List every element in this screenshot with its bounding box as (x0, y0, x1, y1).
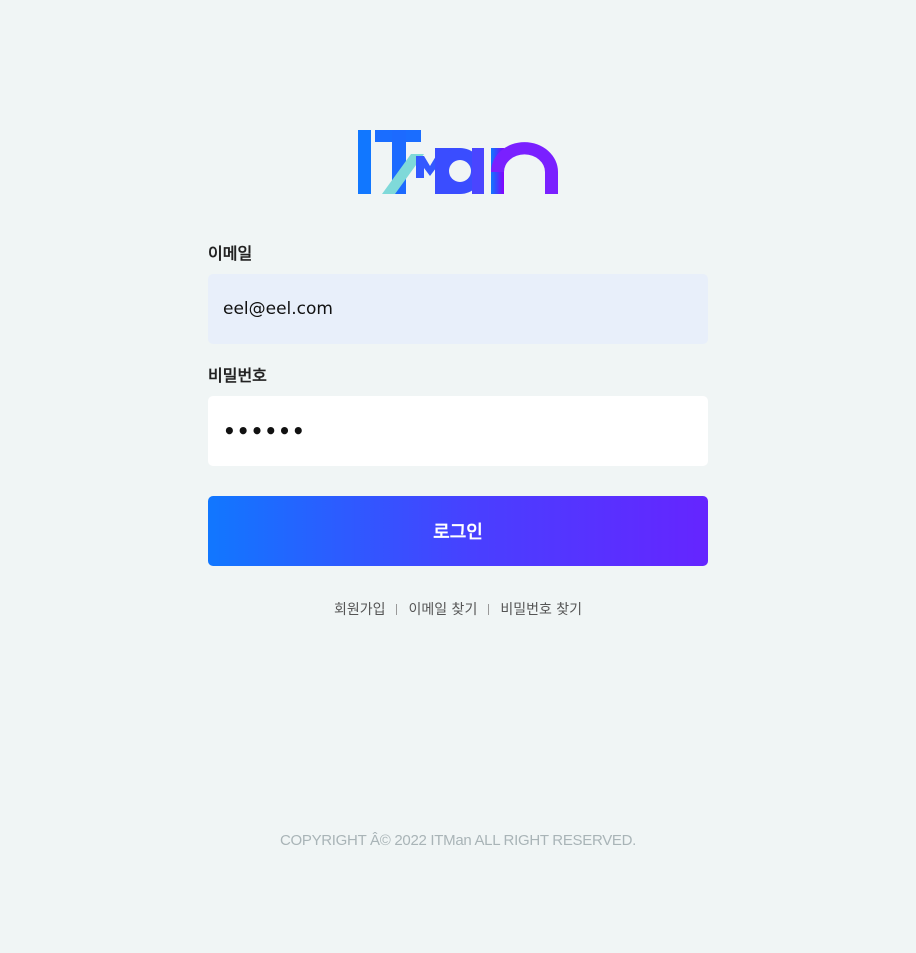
email-value: eel@eel.com (223, 299, 333, 319)
link-divider (396, 603, 398, 615)
copyright-footer: COPYRIGHT Â© 2022 ITMan ALL RIGHT RESERV… (279, 832, 637, 849)
account-links: 회원가입 이메일 찾기 비밀번호 찾기 (208, 599, 708, 619)
find-email-link[interactable]: 이메일 찾기 (408, 599, 477, 619)
password-label: 비밀번호 (208, 366, 267, 385)
email-field[interactable]: eel@eel.com (208, 274, 708, 344)
login-button[interactable]: 로그인 (208, 496, 708, 566)
find-password-link[interactable]: 비밀번호 찾기 (500, 599, 582, 619)
login-form: 이메일 eel@eel.com 비밀번호 •••••• 로그인 회원가입 이메일… (208, 240, 708, 619)
itman-logo (358, 128, 560, 196)
email-label: 이메일 (208, 244, 253, 263)
signup-link[interactable]: 회원가입 (334, 599, 386, 619)
password-value: •••••• (223, 419, 306, 443)
link-divider (488, 603, 490, 615)
password-field[interactable]: •••••• (208, 396, 708, 466)
